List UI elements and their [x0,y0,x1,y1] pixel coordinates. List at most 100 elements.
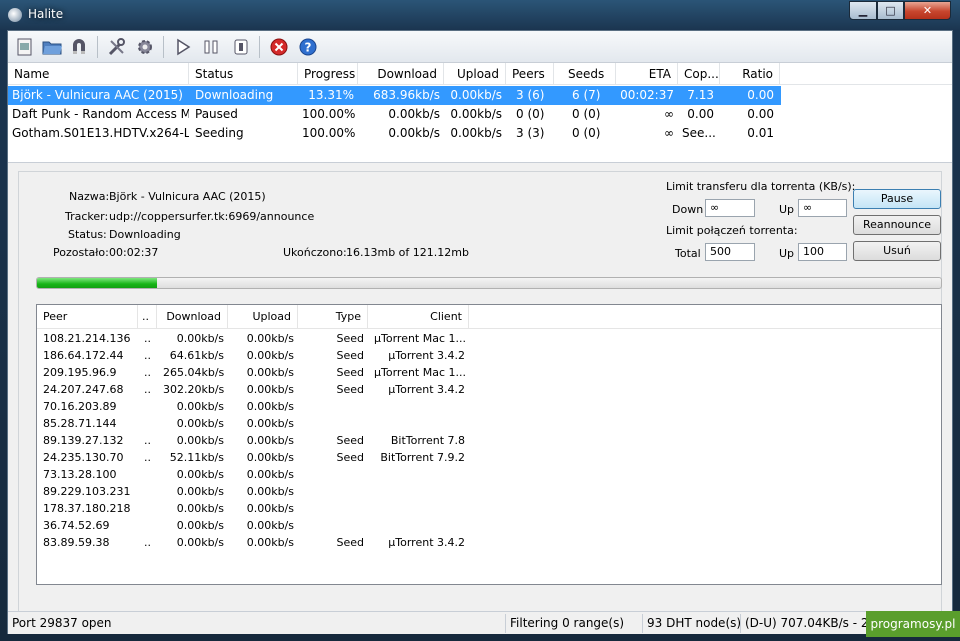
torrent-list[interactable]: Name Status Progress Download Upload Pee… [8,63,952,163]
peer-address: 89.229.103.231 [43,485,131,498]
col-peer-upload[interactable]: Upload [228,305,298,329]
peer-flags: .. [144,434,151,447]
peer-row[interactable]: 36.74.52.69 0.00kb/s 0.00kb/s [37,517,941,534]
play-icon[interactable] [172,36,194,58]
peer-row[interactable]: 24.235.130.70.. 52.11kb/s 0.00kb/s Seed BitT… [37,449,941,466]
limit-connections-label: Limit połączeń torrenta: [666,224,798,237]
peer-flags: .. [144,349,151,362]
status-value: Downloading [109,228,181,241]
col-flags[interactable]: .. [138,305,157,329]
peer-client [370,415,469,432]
col-status[interactable]: Status [189,63,298,85]
torrent-eta: ∞ [664,107,674,121]
gear-icon[interactable] [134,36,156,58]
settings-tools-icon[interactable] [106,36,128,58]
halite-app-icon [8,8,22,22]
col-name[interactable]: Name [8,63,189,85]
torrent-peers: 3 (6) [516,88,545,102]
total-connections-input[interactable]: 500 [705,243,755,261]
torrent-row[interactable]: Gotham.S01E13.HDTV.x264-LO... Seeding 10… [8,124,952,143]
open-file-icon[interactable] [14,36,36,58]
torrent-eta: 00:02:37 [620,88,674,102]
peer-list[interactable]: Peer .. Download Upload Type Client 108.… [36,304,942,585]
peer-address: 178.37.180.218 [43,502,131,515]
maximize-button[interactable]: □ [877,1,904,20]
torrent-ratio: 0.00 [747,88,774,102]
peer-row[interactable]: 70.16.203.89 0.00kb/s 0.00kb/s [37,398,941,415]
peer-row[interactable]: 89.229.103.231 0.00kb/s 0.00kb/s [37,483,941,500]
dht-status: 93 DHT node(s) [642,614,740,633]
col-progress[interactable]: Progress [298,63,358,85]
torrent-upload: 0.00kb/s [450,126,502,140]
peer-row[interactable]: 178.37.180.218 0.00kb/s 0.00kb/s [37,500,941,517]
torrent-row[interactable]: Daft Punk - Random Access Me... Paused 1… [8,105,952,124]
minimize-button[interactable]: ▁ [849,1,877,20]
torrent-peers: 3 (3) [516,126,545,140]
col-peers[interactable]: Peers [506,63,554,85]
total-connections-label: Total [675,247,701,260]
peer-address: 73.13.28.100 [43,468,117,481]
up-connections-input[interactable]: 100 [798,243,847,261]
col-copies[interactable]: Cop... [678,63,720,85]
pause-icon[interactable] [200,36,222,58]
torrent-row[interactable]: Björk - Vulnicura AAC (2015) Downloading… [8,86,781,105]
remove-icon[interactable] [268,36,290,58]
torrent-status: Downloading [195,88,274,102]
col-download[interactable]: Download [358,63,444,85]
col-eta[interactable]: ETA [616,63,678,85]
peer-type: Seed [336,434,365,447]
peer-upload: 0.00kb/s [246,468,294,481]
peer-row[interactable]: 24.207.247.68.. 302.20kb/s 0.00kb/s Seed µTo… [37,381,941,398]
torrent-list-header: Name Status Progress Download Upload Pee… [8,63,952,85]
peer-download: 265.04kb/s [163,366,225,379]
peer-row[interactable]: 89.139.27.132.. 0.00kb/s 0.00kb/s Seed BitTo… [37,432,941,449]
peer-address: 85.28.71.144 [43,417,117,430]
torrent-progress: 100.00% [302,126,356,140]
col-ratio[interactable]: Ratio [720,63,780,85]
help-icon[interactable]: ? [297,36,319,58]
peer-upload: 0.00kb/s [246,536,294,549]
up-limit-input[interactable]: ∞ [798,199,847,217]
col-seeds[interactable]: Seeds [554,63,616,85]
peer-row[interactable]: 209.195.96.9.. 265.04kb/s 0.00kb/s Seed µTor… [37,364,941,381]
peer-download: 0.00kb/s [176,417,224,430]
col-upload[interactable]: Upload [444,63,506,85]
torrent-download: 0.00kb/s [388,126,440,140]
peer-flags [140,500,157,517]
peer-client: µTorrent Mac 1... [374,366,467,379]
tracker-label: Tracker: [65,210,109,223]
watermark-logo: programosy.pl [866,611,960,637]
magnet-icon[interactable] [68,36,90,58]
open-folder-icon[interactable] [41,36,63,58]
peer-row[interactable]: 73.13.28.100 0.00kb/s 0.00kb/s [37,466,941,483]
down-limit-input[interactable]: ∞ [705,199,755,217]
peer-row[interactable]: 186.64.172.44.. 64.61kb/s 0.00kb/s Seed µTor… [37,347,941,364]
peer-download: 0.00kb/s [176,468,224,481]
peer-type [300,517,368,534]
pause-button[interactable]: Pause [853,189,941,209]
peer-row[interactable]: 108.21.214.136.. 0.00kb/s 0.00kb/s Seed µTor… [37,330,941,347]
peer-type: Seed [336,366,365,379]
stop-icon[interactable] [230,36,252,58]
toolbar-separator [97,36,98,58]
peer-client [370,517,469,534]
col-peer[interactable]: Peer [37,305,138,329]
col-peer-type[interactable]: Type [298,305,368,329]
reannounce-button[interactable]: Reannounce [853,215,941,235]
title-bar[interactable]: Halite ▁ □ ✕ [0,0,960,30]
name-value: Björk - Vulnicura AAC (2015) [109,190,266,203]
torrent-copies: See... [682,126,716,140]
peer-flags: .. [144,366,151,379]
peer-row[interactable]: 85.28.71.144 0.00kb/s 0.00kb/s [37,415,941,432]
peer-flags [140,415,157,432]
status-bar: Port 29837 open Filtering 0 range(s) 93 … [8,611,952,634]
peer-address: 70.16.203.89 [43,400,117,413]
peer-type [300,415,368,432]
close-button[interactable]: ✕ [904,1,951,20]
peer-client [370,466,469,483]
peer-row[interactable]: 83.89.59.38.. 0.00kb/s 0.00kb/s Seed µTorren… [37,534,941,551]
col-peer-client[interactable]: Client [368,305,469,329]
remove-button[interactable]: Usuń [853,241,941,261]
peer-client: BitTorrent 7.8 [390,434,465,447]
col-peer-download[interactable]: Download [157,305,228,329]
